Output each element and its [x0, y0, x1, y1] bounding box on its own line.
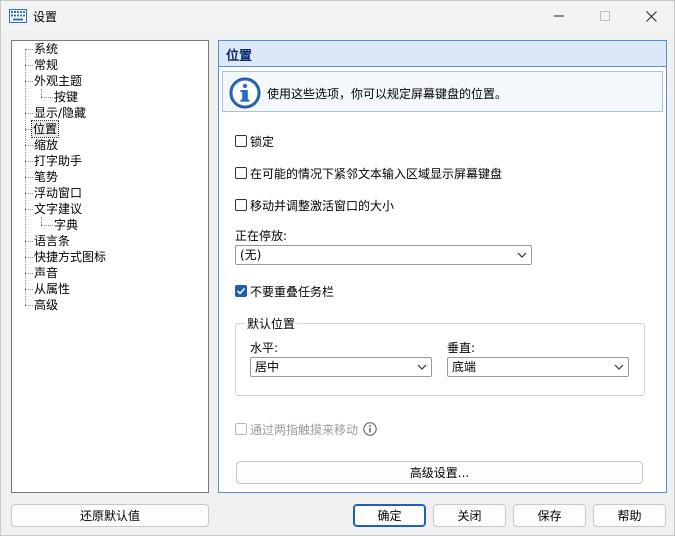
tree-item-language-bar[interactable]: 语言条	[34, 233, 70, 249]
maximize-button[interactable]	[582, 1, 628, 31]
tree-item-shortcut-icon[interactable]: 快捷方式图标	[34, 249, 106, 265]
close-window-button[interactable]	[628, 1, 674, 31]
chevron-down-icon	[417, 364, 427, 370]
info-circle-icon[interactable]	[363, 422, 377, 436]
settings-window: 设置 系统 常规 外观主题 按键 显示/隐藏 位置 缩放 打字助手 笔势 浮动窗…	[0, 0, 675, 536]
no-overlap-taskbar-checkbox[interactable]: 不要重叠任务栏	[235, 283, 334, 299]
restore-defaults-button[interactable]: 还原默认值	[11, 504, 209, 527]
checkmark-icon	[236, 287, 246, 295]
tree-connector	[25, 177, 33, 178]
tree-item-properties[interactable]: 从属性	[34, 281, 70, 297]
tree-item-dictionary[interactable]: 字典	[54, 217, 78, 233]
tree-connector	[41, 97, 53, 98]
close-button[interactable]: 关闭	[433, 504, 506, 527]
tree-connector	[25, 129, 31, 130]
title-bar: 设置	[1, 1, 674, 31]
resize-window-checkbox[interactable]: 移动并调整激活窗口的大小	[235, 197, 394, 213]
tree-item-show-hide[interactable]: 显示/隐藏	[34, 105, 86, 121]
near-text-label: 在可能的情况下紧邻文本输入区域显示屏幕键盘	[250, 166, 503, 181]
vertical-select[interactable]: 底端	[447, 357, 629, 377]
info-text: 使用这些选项，你可以规定屏幕键盘的位置。	[267, 87, 508, 101]
no-overlap-taskbar-label: 不要重叠任务栏	[250, 284, 335, 299]
tree-connector	[25, 193, 33, 194]
tree-connector	[41, 89, 42, 97]
vertical-label: 垂直:	[447, 341, 476, 355]
tree-item-gestures[interactable]: 笔势	[34, 169, 58, 185]
tree-connector	[25, 161, 33, 162]
horizontal-value: 居中	[255, 360, 280, 374]
vertical-value: 底端	[452, 360, 477, 374]
tree-item-word-suggestions[interactable]: 文字建议	[34, 201, 82, 217]
tree-item-appearance[interactable]: 外观主题	[34, 73, 82, 89]
checkbox-box[interactable]	[235, 285, 247, 297]
page-title: 位置	[226, 49, 253, 64]
panel-header: 位置	[219, 41, 666, 67]
lock-label: 锁定	[250, 134, 275, 149]
keyboard-icon	[9, 9, 27, 23]
tree-connector	[41, 225, 53, 226]
tree-connector	[25, 289, 33, 290]
tree-item-system[interactable]: 系统	[34, 41, 58, 57]
tree-connector	[25, 49, 33, 50]
two-finger-move-label: 通过两指触摸来移动	[250, 422, 359, 437]
default-position-title: 默认位置	[245, 315, 298, 332]
position-panel: 位置 使用这些选项，你可以规定屏幕键盘的位置。 锁定 在可能的情况下紧邻文本输入…	[218, 40, 667, 493]
tree-connector	[25, 65, 33, 66]
tree-connector	[25, 209, 33, 210]
tree-item-position[interactable]: 位置	[30, 120, 60, 138]
checkbox-box[interactable]	[235, 135, 247, 147]
tree-connector	[25, 305, 33, 306]
tree-item-general[interactable]: 常规	[34, 57, 58, 73]
tree-connector	[25, 81, 33, 82]
horizontal-select[interactable]: 居中	[250, 357, 432, 377]
horizontal-label: 水平:	[250, 341, 279, 355]
lock-checkbox[interactable]: 锁定	[235, 133, 274, 149]
tree-connector	[25, 145, 33, 146]
tree-item-floating-window[interactable]: 浮动窗口	[34, 185, 82, 201]
checkbox-box[interactable]	[235, 199, 247, 211]
docking-label: 正在停放:	[235, 229, 288, 243]
tree-connector	[41, 217, 42, 225]
info-box: 使用这些选项，你可以规定屏幕键盘的位置。	[222, 71, 663, 112]
docking-select[interactable]: (无)	[235, 245, 532, 265]
tree-item-zoom[interactable]: 缩放	[34, 137, 58, 153]
maximize-icon	[600, 11, 610, 21]
minimize-button[interactable]	[536, 1, 582, 31]
tree-connector	[25, 241, 33, 242]
resize-window-label: 移动并调整激活窗口的大小	[250, 198, 395, 213]
tree-item-advanced[interactable]: 高级	[34, 297, 58, 313]
tree-item-typing-assistant[interactable]: 打字助手	[34, 153, 82, 169]
near-text-checkbox[interactable]: 在可能的情况下紧邻文本输入区域显示屏幕键盘	[235, 165, 502, 181]
advanced-settings-button[interactable]: 高级设置...	[236, 461, 643, 484]
tree-item-keys[interactable]: 按键	[54, 89, 78, 105]
tree-connector	[25, 273, 33, 274]
chevron-down-icon	[614, 364, 624, 370]
window-title: 设置	[33, 10, 58, 24]
close-icon	[645, 10, 657, 22]
info-icon	[229, 77, 261, 109]
tree-item-sound[interactable]: 声音	[34, 265, 58, 281]
minimize-icon	[554, 15, 564, 17]
checkbox-box[interactable]	[235, 167, 247, 179]
tree-connector	[25, 257, 33, 258]
help-button[interactable]: 帮助	[593, 504, 666, 527]
chevron-down-icon	[517, 252, 527, 258]
save-button[interactable]: 保存	[513, 504, 586, 527]
docking-value: (无)	[240, 248, 262, 262]
checkbox-box[interactable]	[235, 423, 247, 435]
tree-connector	[25, 113, 33, 114]
ok-button[interactable]: 确定	[353, 504, 426, 527]
two-finger-move-checkbox[interactable]: 通过两指触摸来移动	[235, 421, 358, 437]
settings-tree: 系统 常规 外观主题 按键 显示/隐藏 位置 缩放 打字助手 笔势 浮动窗口 文…	[11, 40, 209, 493]
